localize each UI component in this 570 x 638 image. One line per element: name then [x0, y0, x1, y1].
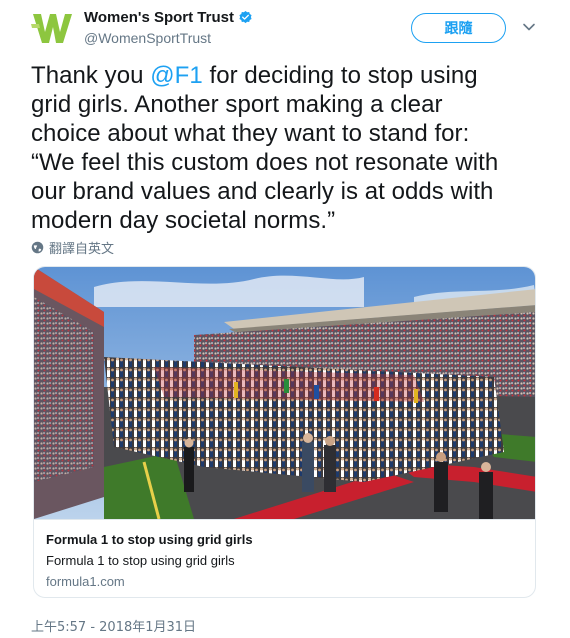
card-title[interactable]: Formula 1 to stop using grid girls [46, 532, 253, 547]
tweet-line-6: modern day societal norms.” [31, 207, 336, 234]
author-name-row[interactable]: Women's Sport Trust [84, 9, 253, 26]
card-body[interactable]: Formula 1 to stop using grid girls Formu… [34, 519, 535, 597]
chevron-down-icon[interactable] [522, 20, 536, 34]
tweet-line-3: choice about what they want to stand for… [31, 120, 470, 147]
tweet-line-1: Thank you @F1 for deciding to stop using [31, 61, 546, 90]
author-handle[interactable]: @WomenSportTrust [84, 30, 211, 46]
tweet-line-2: grid girls. Another sport making a clear [31, 91, 443, 118]
verified-badge-icon [239, 10, 252, 24]
tweet-text: Thank you @F1 for deciding to stop using… [31, 61, 546, 235]
follow-button[interactable]: 跟隨 [411, 13, 506, 43]
card-description[interactable]: Formula 1 to stop using grid girls [46, 553, 235, 568]
display-name[interactable]: Women's Sport Trust [84, 9, 234, 26]
mention-link[interactable]: @F1 [150, 62, 203, 89]
translate-link[interactable]: 翻譯自英文 [31, 238, 114, 257]
tweet-text-segment: Thank you [31, 62, 151, 89]
tweet-line-4: “We feel this custom does not resonate w… [31, 149, 499, 176]
wst-logo-icon[interactable] [31, 10, 73, 46]
tweet-line-5: our brand values and clearly is at odds … [31, 178, 494, 205]
tweet: Women's Sport Trust @WomenSportTrust 跟隨 … [0, 0, 570, 638]
link-card[interactable]: Formula 1 to stop using grid girls Formu… [33, 266, 536, 598]
tweet-text-segment: for deciding to stop using [202, 62, 478, 89]
globe-icon [31, 241, 44, 254]
card-image[interactable] [34, 267, 536, 519]
translate-label[interactable]: 翻譯自英文 [49, 238, 114, 257]
card-domain[interactable]: formula1.com [46, 574, 125, 589]
timestamp[interactable]: 上午5:57 - 2018年1月31日 [31, 616, 196, 635]
